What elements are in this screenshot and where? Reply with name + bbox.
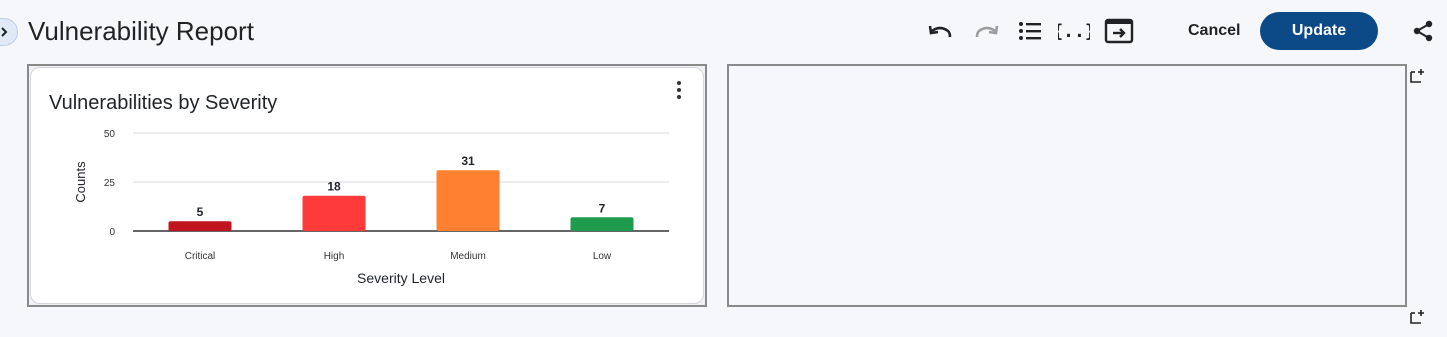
export-button[interactable] <box>1103 15 1135 47</box>
data-label: 18 <box>327 180 341 194</box>
list-button[interactable] <box>1014 15 1046 47</box>
svg-text:{..}: {..} <box>1058 21 1090 42</box>
x-axis-label: Severity Level <box>357 270 445 286</box>
y-tick-label: 0 <box>109 227 115 238</box>
x-tick-label: Critical <box>185 251 216 262</box>
json-editor-button[interactable]: {..} <box>1057 15 1091 47</box>
bar-critical <box>168 221 232 231</box>
update-button[interactable]: Update <box>1260 12 1378 50</box>
cancel-button[interactable]: Cancel <box>1188 22 1240 40</box>
list-icon <box>1019 22 1041 40</box>
y-axis-label: Counts <box>73 161 88 203</box>
data-label: 31 <box>461 154 475 168</box>
page-title: Vulnerability Report <box>28 16 254 46</box>
bar-chart: 0 25 50 Counts 5 Critical 18 High 31 Medium 7 Low Se… <box>73 129 669 286</box>
bar-medium <box>436 170 500 231</box>
x-tick-label: Medium <box>450 251 486 262</box>
export-icon <box>1104 18 1134 44</box>
y-tick-label: 50 <box>104 129 116 140</box>
braces-icon: {..} <box>1058 21 1090 42</box>
dashboard-panel-right[interactable] <box>727 64 1407 307</box>
redo-button[interactable] <box>970 16 1002 48</box>
add-panel-icon[interactable] <box>1409 68 1425 84</box>
chevron-right-icon <box>1 27 8 37</box>
data-label: 7 <box>599 201 606 215</box>
data-label: 5 <box>197 205 204 219</box>
chart-card[interactable]: Vulnerabilities by Severity 0 25 50 Counts 5… <box>30 67 704 304</box>
share-icon <box>1413 20 1433 42</box>
x-tick-label: Low <box>593 251 612 262</box>
sidebar-toggle-button[interactable] <box>0 18 18 46</box>
undo-icon <box>928 25 952 38</box>
undo-button[interactable] <box>925 16 957 48</box>
y-tick-label: 25 <box>104 178 116 189</box>
add-row-icon[interactable] <box>1409 309 1425 325</box>
bar-low <box>570 217 634 231</box>
bar-high <box>302 195 366 231</box>
share-button[interactable] <box>1408 16 1438 46</box>
x-tick-label: High <box>324 251 345 262</box>
redo-icon <box>975 25 999 38</box>
